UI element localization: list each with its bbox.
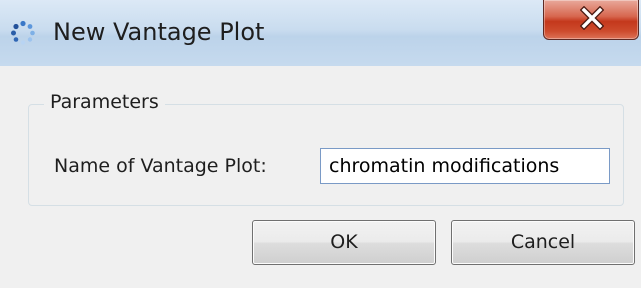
parameters-group-legend: Parameters (44, 90, 165, 114)
plot-name-label: Name of Vantage Plot: (54, 155, 267, 177)
dialog-window: New Vantage Plot Parameters Name of Vant… (0, 0, 641, 288)
dialog-body: Parameters Name of Vantage Plot: OK Canc… (0, 66, 641, 288)
plot-name-input[interactable] (320, 148, 610, 184)
close-button[interactable] (543, 0, 639, 40)
app-icon (10, 20, 36, 46)
window-title: New Vantage Plot (53, 18, 265, 46)
cancel-button[interactable]: Cancel (451, 220, 635, 265)
ok-button[interactable]: OK (252, 220, 436, 265)
close-icon (580, 6, 604, 30)
title-bar[interactable]: New Vantage Plot (0, 0, 641, 66)
